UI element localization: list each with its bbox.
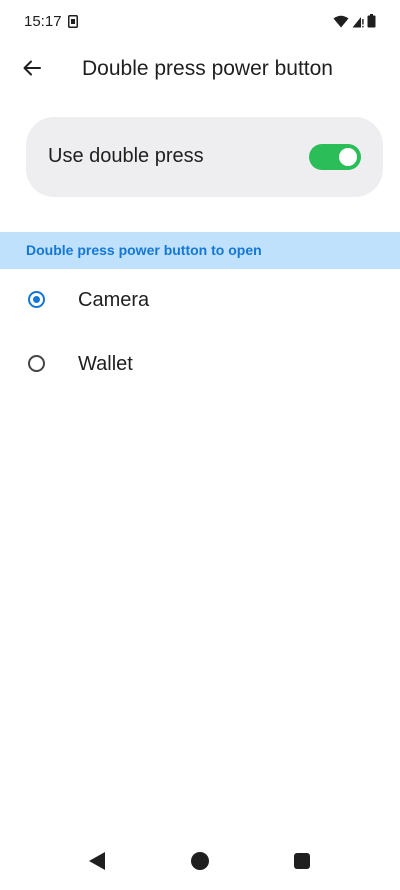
battery-icon — [367, 14, 376, 33]
option-label: Wallet — [78, 353, 133, 375]
back-button[interactable] — [12, 50, 52, 90]
radio-button-checked[interactable] — [28, 291, 45, 308]
app-bar: Double press power button — [0, 44, 400, 96]
status-icons — [333, 14, 376, 33]
nav-home-icon[interactable] — [191, 852, 209, 870]
use-double-press-toggle-row[interactable]: Use double press — [26, 117, 383, 197]
section-header-text: Double press power button to open — [26, 242, 262, 258]
settings-screen: 15:17 Double press power button Use doub… — [0, 0, 400, 890]
option-wallet[interactable]: Wallet — [0, 335, 400, 395]
status-time: 15:17 — [24, 13, 62, 30]
option-label: Camera — [78, 289, 150, 311]
sim-card-icon — [68, 15, 78, 28]
option-camera[interactable]: Camera — [0, 271, 400, 331]
navigation-bar — [0, 834, 400, 890]
page-title: Double press power button — [82, 57, 333, 80]
status-bar: 15:17 — [0, 0, 400, 44]
section-header: Double press power button to open — [0, 232, 400, 269]
use-double-press-switch[interactable] — [309, 144, 361, 170]
wifi-icon — [333, 15, 349, 33]
use-double-press-label: Use double press — [48, 145, 204, 167]
switch-thumb — [339, 148, 357, 166]
nav-recents-icon[interactable] — [294, 853, 310, 869]
back-arrow-icon — [22, 58, 42, 83]
nav-back-icon[interactable] — [89, 852, 105, 870]
signal-icon — [352, 15, 364, 33]
radio-button-unchecked[interactable] — [28, 355, 45, 372]
